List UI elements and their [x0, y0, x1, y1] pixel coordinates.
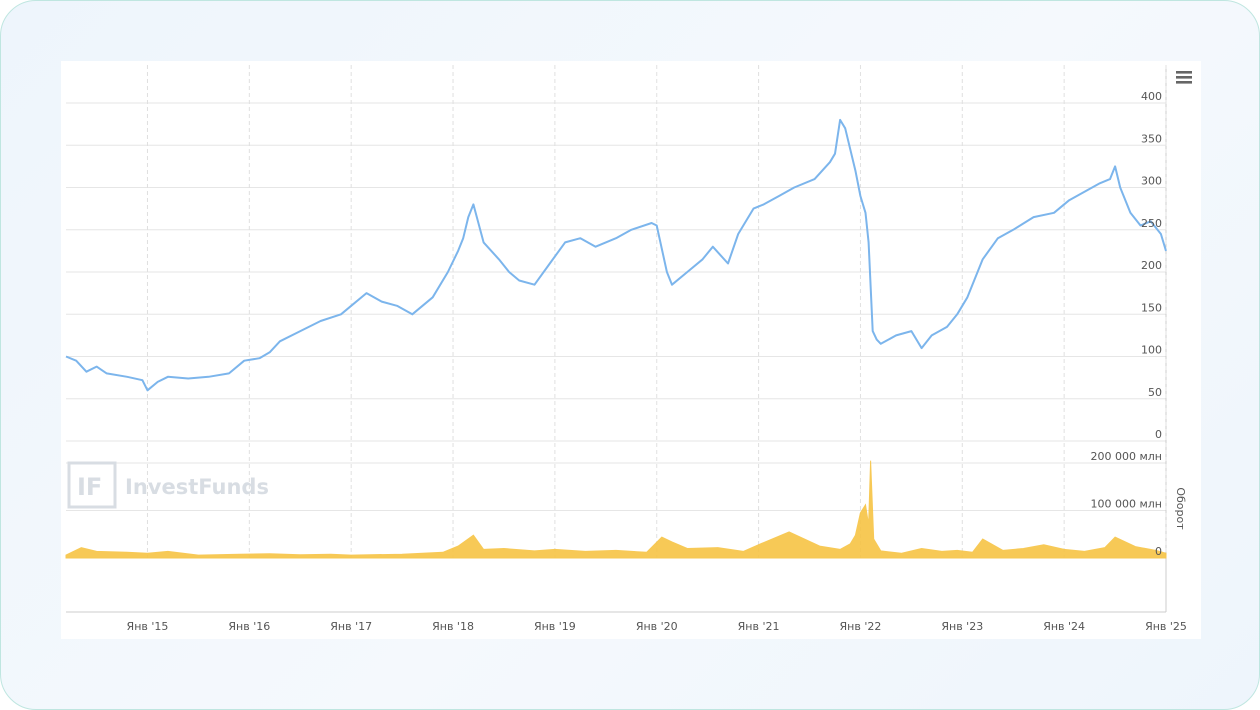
volume-y-tick-label: 200 000 млн [1090, 450, 1162, 463]
watermark-logo: IF InvestFunds [67, 461, 269, 509]
x-tick-label: Янв '25 [1145, 620, 1187, 633]
price-y-tick-label: 350 [1141, 132, 1162, 145]
price-volume-chart: IF InvestFunds 400 350 300 250 200 150 100 50 0 2… [65, 65, 1193, 633]
price-y-tick-label: 250 [1141, 217, 1162, 230]
chart-menu-button[interactable] [1175, 71, 1193, 85]
x-tick-label: Янв '22 [840, 620, 882, 633]
x-tick-label: Янв '23 [941, 620, 983, 633]
price-y-tick-label: 400 [1141, 90, 1162, 103]
x-tick-label: Янв '19 [534, 620, 576, 633]
price-y-tick-label: 0 [1155, 428, 1162, 441]
price-series-layer [65, 118, 1167, 392]
x-tick-label: Янв '17 [330, 620, 372, 633]
x-axis-labels: Янв '15 Янв '16 Янв '17 Янв '18 Янв '19 Янв '… [127, 620, 1187, 633]
price-y-tick-label: 150 [1141, 301, 1162, 314]
volume-y-tick-label: 100 000 млн [1090, 498, 1162, 511]
x-tick-label: Янв '21 [738, 620, 780, 633]
volume-y-tick-label: 0 [1155, 545, 1162, 558]
price-line [65, 118, 1167, 392]
grid-layer [66, 65, 1167, 613]
watermark-logo-letters: IF [77, 473, 102, 501]
volume-axis-title: Оборот [1174, 487, 1187, 530]
x-tick-label: Янв '16 [228, 620, 270, 633]
x-tick-label: Янв '24 [1043, 620, 1085, 633]
x-tick-label: Янв '15 [127, 620, 169, 633]
watermark-text: InvestFunds [125, 475, 269, 499]
x-tick-label: Янв '18 [432, 620, 474, 633]
price-y-tick-label: 300 [1141, 175, 1162, 188]
chart-container: IF InvestFunds 400 350 300 250 200 150 100 50 0 2… [61, 61, 1201, 639]
y-axis-labels: 400 350 300 250 200 150 100 50 0 200 000 млн 100 0… [1090, 90, 1162, 558]
price-y-tick-label: 100 [1141, 344, 1162, 357]
price-y-tick-label: 50 [1148, 386, 1162, 399]
hamburger-menu-icon [1176, 71, 1192, 84]
x-tick-label: Янв '20 [636, 620, 678, 633]
price-y-tick-label: 200 [1141, 259, 1162, 272]
page-frame: IF InvestFunds 400 350 300 250 200 150 100 50 0 2… [0, 0, 1260, 710]
